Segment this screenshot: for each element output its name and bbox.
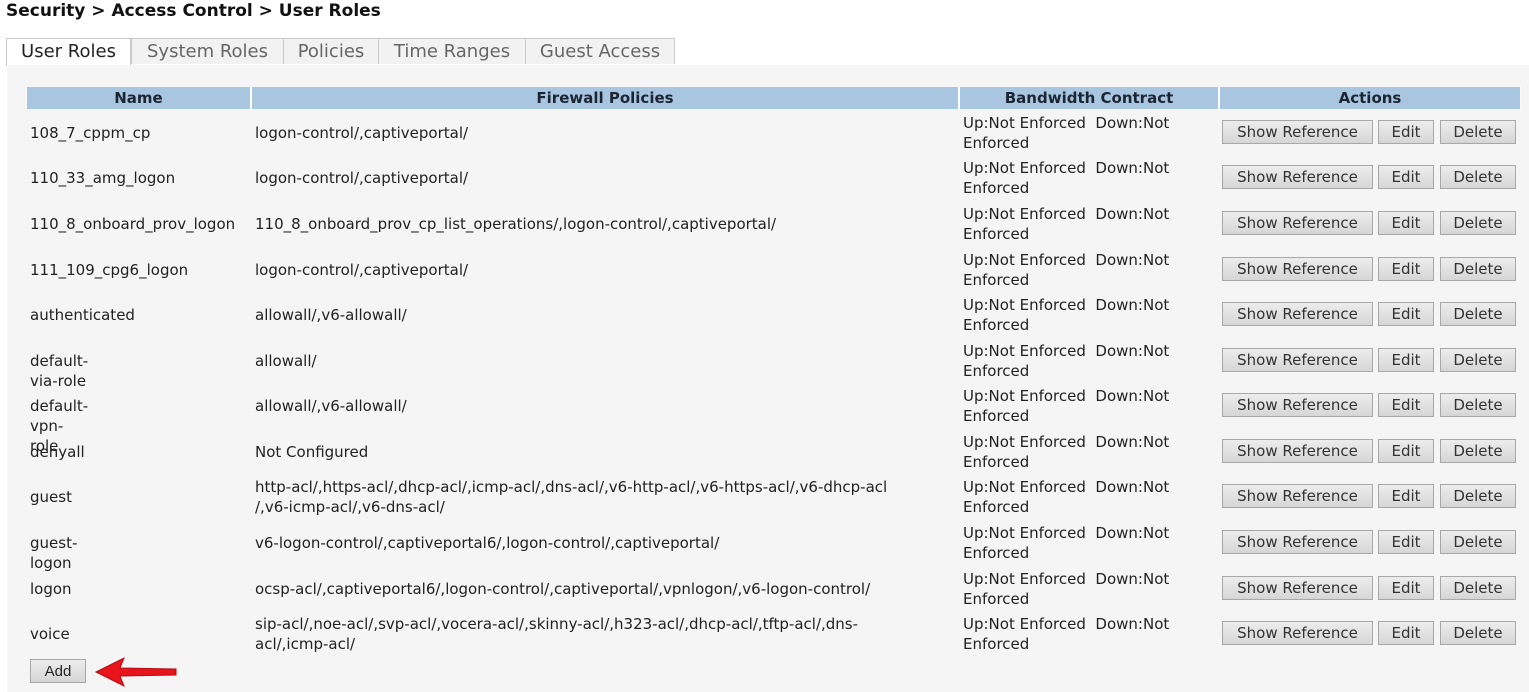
bandwidth-contract: Up:Not Enforced Down:Not	[963, 387, 1170, 405]
firewall-policies: http-acl/,https-acl/,dhcp-acl/,icmp-acl/…	[255, 478, 888, 516]
bandwidth-contract: Enforced	[963, 407, 1030, 425]
breadcrumb: Security > Access Control > User Roles	[6, 1, 381, 21]
show-reference-button[interactable]: Show Reference	[1222, 576, 1373, 600]
bandwidth-contract: Enforced	[963, 635, 1030, 653]
tab-bar: User Roles System Roles Policies Time Ra…	[6, 38, 1529, 66]
show-reference-button[interactable]: Show Reference	[1222, 530, 1373, 554]
edit-button[interactable]: Edit	[1378, 576, 1434, 600]
role-name: 111_109_cpg6_logon	[30, 261, 189, 279]
delete-button[interactable]: Delete	[1440, 621, 1516, 645]
role-name: 110_33_amg_logon	[30, 169, 176, 187]
bandwidth-contract: Up:Not Enforced Down:Not	[963, 342, 1170, 360]
edit-button[interactable]: Edit	[1378, 393, 1434, 417]
bandwidth-contract: Enforced	[963, 316, 1030, 334]
firewall-policies: logon-control/,captiveportal/	[255, 261, 469, 279]
tab-guest-access[interactable]: Guest Access	[525, 38, 675, 64]
delete-button[interactable]: Delete	[1440, 302, 1516, 326]
delete-button[interactable]: Delete	[1440, 530, 1516, 554]
add-button[interactable]: Add	[30, 659, 86, 683]
bandwidth-contract: Up:Not Enforced Down:Not	[963, 296, 1170, 314]
delete-button[interactable]: Delete	[1440, 484, 1516, 508]
bandwidth-contract: Enforced	[963, 271, 1030, 289]
show-reference-button[interactable]: Show Reference	[1222, 257, 1373, 281]
edit-button[interactable]: Edit	[1378, 530, 1434, 554]
column-header-firewall-policies: Firewall Policies	[251, 87, 959, 109]
firewall-policies: Not Configured	[255, 443, 369, 461]
bandwidth-contract: Enforced	[963, 498, 1030, 516]
bandwidth-contract: Up:Not Enforced Down:Not	[963, 478, 1170, 496]
show-reference-button[interactable]: Show Reference	[1222, 484, 1373, 508]
bandwidth-contract: Up:Not Enforced Down:Not	[963, 205, 1170, 223]
firewall-policies: ocsp-acl/,captiveportal6/,logon-control/…	[255, 580, 871, 598]
edit-button[interactable]: Edit	[1378, 120, 1434, 144]
firewall-policies: allowall/,v6-allowall/	[255, 306, 407, 324]
edit-button[interactable]: Edit	[1378, 302, 1434, 326]
column-header-actions: Actions	[1219, 87, 1521, 109]
role-name: guest	[30, 488, 72, 506]
delete-button[interactable]: Delete	[1440, 211, 1516, 235]
bandwidth-contract: Up:Not Enforced Down:Not	[963, 114, 1170, 132]
delete-button[interactable]: Delete	[1440, 120, 1516, 144]
bandwidth-contract: Enforced	[963, 225, 1030, 243]
bandwidth-contract: Up:Not Enforced Down:Not	[963, 433, 1170, 451]
edit-button[interactable]: Edit	[1378, 257, 1434, 281]
bandwidth-contract: Enforced	[963, 362, 1030, 380]
firewall-policies: logon-control/,captiveportal/	[255, 169, 469, 187]
firewall-policies: allowall/,v6-allowall/	[255, 397, 407, 415]
tab-system-roles[interactable]: System Roles	[131, 38, 284, 64]
bandwidth-contract: Enforced	[963, 544, 1030, 562]
bandwidth-contract: Enforced	[963, 590, 1030, 608]
bandwidth-contract: Up:Not Enforced Down:Not	[963, 570, 1170, 588]
firewall-policies: allowall/	[255, 352, 317, 370]
red-arrow-icon	[94, 656, 177, 688]
edit-button[interactable]: Edit	[1378, 165, 1434, 189]
edit-button[interactable]: Edit	[1378, 211, 1434, 235]
show-reference-button[interactable]: Show Reference	[1222, 348, 1373, 372]
delete-button[interactable]: Delete	[1440, 165, 1516, 189]
column-header-bandwidth-contract: Bandwidth Contract	[959, 87, 1219, 109]
delete-button[interactable]: Delete	[1440, 257, 1516, 281]
show-reference-button[interactable]: Show Reference	[1222, 302, 1373, 326]
delete-button[interactable]: Delete	[1440, 393, 1516, 417]
tab-time-ranges[interactable]: Time Ranges	[378, 38, 526, 64]
role-name: denyall	[30, 443, 85, 461]
bandwidth-contract: Enforced	[963, 134, 1030, 152]
show-reference-button[interactable]: Show Reference	[1222, 621, 1373, 645]
show-reference-button[interactable]: Show Reference	[1222, 439, 1373, 463]
role-name: 110_8_onboard_prov_logon	[30, 215, 236, 233]
edit-button[interactable]: Edit	[1378, 348, 1434, 372]
bandwidth-contract: Up:Not Enforced Down:Not	[963, 524, 1170, 542]
tab-policies[interactable]: Policies	[283, 38, 379, 64]
edit-button[interactable]: Edit	[1378, 484, 1434, 508]
firewall-policies: 110_8_onboard_prov_cp_list_operations/,l…	[255, 215, 777, 233]
bandwidth-contract: Enforced	[963, 179, 1030, 197]
bandwidth-contract: Up:Not Enforced Down:Not	[963, 615, 1170, 633]
role-name: 108_7_cppm_cp	[30, 124, 151, 142]
show-reference-button[interactable]: Show Reference	[1222, 165, 1373, 189]
edit-button[interactable]: Edit	[1378, 439, 1434, 463]
bandwidth-contract: Up:Not Enforced Down:Not	[963, 251, 1170, 269]
role-name: guest-logon	[30, 534, 78, 572]
role-name: voice	[30, 625, 70, 643]
firewall-policies: logon-control/,captiveportal/	[255, 124, 469, 142]
delete-button[interactable]: Delete	[1440, 439, 1516, 463]
column-header-name: Name	[26, 87, 251, 109]
role-name: default-via-role	[30, 352, 89, 390]
bandwidth-contract: Up:Not Enforced Down:Not	[963, 159, 1170, 177]
show-reference-button[interactable]: Show Reference	[1222, 393, 1373, 417]
delete-button[interactable]: Delete	[1440, 348, 1516, 372]
bandwidth-contract: Enforced	[963, 453, 1030, 471]
firewall-policies: sip-acl/,noe-acl/,svp-acl/,vocera-acl/,s…	[255, 615, 859, 653]
role-name: authenticated	[30, 306, 135, 324]
edit-button[interactable]: Edit	[1378, 621, 1434, 645]
role-name: logon	[30, 580, 72, 598]
firewall-policies: v6-logon-control/,captiveportal6/,logon-…	[255, 534, 720, 552]
show-reference-button[interactable]: Show Reference	[1222, 120, 1373, 144]
tab-user-roles[interactable]: User Roles	[6, 38, 131, 66]
show-reference-button[interactable]: Show Reference	[1222, 211, 1373, 235]
delete-button[interactable]: Delete	[1440, 576, 1516, 600]
